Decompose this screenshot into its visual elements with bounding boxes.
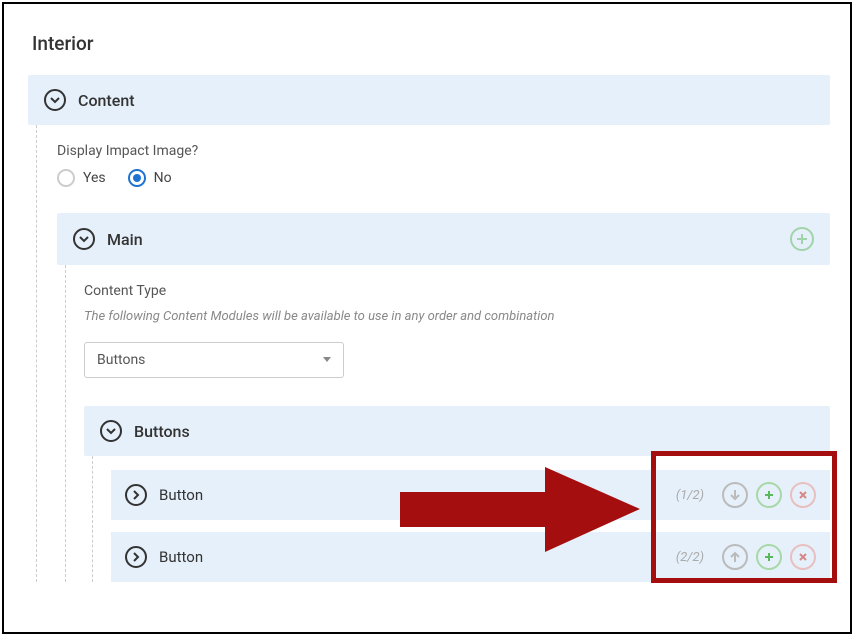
delete-button[interactable] <box>790 482 816 508</box>
button-row-label: Button <box>159 548 676 566</box>
content-type-label: Content Type <box>84 283 830 299</box>
page-title: Interior <box>4 4 850 75</box>
display-impact-label: Display Impact Image? <box>57 143 830 159</box>
button-row-index: (1/2) <box>676 488 704 503</box>
content-type-description: The following Content Modules will be av… <box>84 309 830 324</box>
radio-no-label: No <box>154 170 172 186</box>
buttons-section-title: Buttons <box>134 422 814 441</box>
select-value: Buttons <box>97 352 145 368</box>
content-section-header[interactable]: Content <box>28 75 830 125</box>
button-row: Button (2/2) <box>111 532 830 582</box>
plus-icon <box>763 551 775 563</box>
button-row-index: (2/2) <box>676 550 704 565</box>
buttons-section-header[interactable]: Buttons <box>84 406 830 456</box>
chevron-right-icon[interactable] <box>125 546 147 568</box>
delete-button[interactable] <box>790 544 816 570</box>
radio-dot-icon <box>133 174 141 182</box>
button-row: Button (1/2) <box>111 470 830 520</box>
display-impact-radio-group: Yes No <box>57 169 830 187</box>
plus-icon[interactable] <box>790 227 814 251</box>
radio-icon <box>57 169 75 187</box>
arrow-down-icon <box>729 489 741 501</box>
radio-yes-label: Yes <box>83 170 106 186</box>
button-row-label: Button <box>159 486 676 504</box>
move-down-button[interactable] <box>722 482 748 508</box>
close-icon <box>797 489 809 501</box>
plus-icon <box>763 489 775 501</box>
content-section-title: Content <box>78 91 814 110</box>
caret-down-icon <box>323 357 331 363</box>
add-button[interactable] <box>756 482 782 508</box>
arrow-up-icon <box>729 551 741 563</box>
radio-no[interactable]: No <box>128 169 172 187</box>
close-icon <box>797 551 809 563</box>
main-section-title: Main <box>107 230 790 249</box>
content-type-select[interactable]: Buttons <box>84 342 344 378</box>
add-button[interactable] <box>756 544 782 570</box>
chevron-down-icon[interactable] <box>44 89 66 111</box>
move-up-button[interactable] <box>722 544 748 570</box>
chevron-down-icon[interactable] <box>73 228 95 250</box>
chevron-down-icon[interactable] <box>100 420 122 442</box>
main-section-header[interactable]: Main <box>57 213 830 265</box>
chevron-right-icon[interactable] <box>125 484 147 506</box>
radio-yes[interactable]: Yes <box>57 169 106 187</box>
radio-icon <box>128 169 146 187</box>
